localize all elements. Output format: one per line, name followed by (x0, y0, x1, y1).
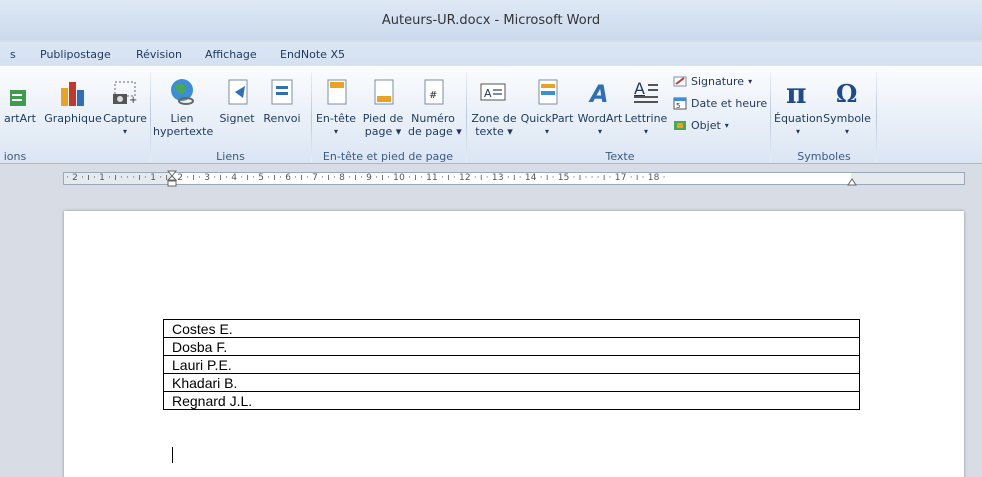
separator (876, 72, 877, 162)
text-cursor (172, 447, 173, 463)
authors-table[interactable]: Costes E. Dosba F. Lauri P.E. Khadari B.… (163, 319, 860, 410)
svg-text:5: 5 (676, 102, 680, 110)
svg-text:#: # (429, 90, 437, 101)
table-cell[interactable]: Dosba F. (163, 337, 860, 356)
date-heure-button[interactable]: 5 Date et heure (673, 96, 767, 110)
table-cell[interactable]: Khadari B. (163, 373, 860, 392)
table-row: Regnard J.L. (163, 391, 860, 410)
signet-button[interactable]: Signet (215, 76, 259, 125)
liens-group-label: Liens (216, 150, 245, 163)
document-page[interactable]: Costes E. Dosba F. Lauri P.E. Khadari B.… (64, 211, 964, 477)
globe-link-icon (171, 79, 194, 105)
table-cell[interactable]: Costes E. (163, 319, 860, 338)
capture-button[interactable]: + Capture ▾ (103, 76, 147, 138)
signature-icon (673, 76, 687, 87)
texte-group-label: Texte (605, 150, 635, 163)
calendar-icon: 5 (673, 97, 687, 110)
smartart-button[interactable]: artArt (0, 76, 40, 125)
tab-partial[interactable]: s (10, 48, 16, 61)
table-row: Khadari B. (163, 373, 860, 392)
header-icon (327, 79, 347, 105)
ruler-ticks: · 2 · ı · 1 · ı · · · ı · 1 · ı · 2 · ı … (66, 173, 666, 183)
pi-icon: π (786, 77, 807, 108)
symbole-button[interactable]: Ω Symbole ▾ (822, 76, 872, 138)
footer-icon (374, 79, 394, 105)
object-icon (674, 121, 686, 130)
svg-text:A: A (634, 79, 645, 98)
ribbon-tabs: s Publipostage Révision Affichage EndNot… (0, 42, 982, 66)
lien-hypertexte-button[interactable]: Lien hypertexte (153, 76, 213, 138)
document-workspace: Costes E. Dosba F. Lauri P.E. Khadari B.… (0, 190, 982, 477)
ribbon: artArt Graphique + Capture ▾ ions Lien h… (0, 66, 982, 164)
table-row: Lauri P.E. (163, 355, 860, 374)
right-indent-marker-icon[interactable] (847, 176, 857, 186)
page-number-icon: # (424, 79, 444, 105)
window-title: Auteurs-UR.docx - Microsoft Word (381, 13, 601, 28)
table-row: Dosba F. (163, 337, 860, 356)
entete-button[interactable]: En-tête ▾ (314, 76, 358, 138)
renvoi-button[interactable]: Renvoi (260, 76, 304, 125)
smartart-icon (10, 90, 26, 106)
pied-de-page-button[interactable]: Pied de page ▾ (360, 76, 406, 138)
ruler-area: · 2 · ı · 1 · ı · · · ı · 1 · ı · 2 · ı … (0, 164, 982, 190)
omega-icon: Ω (836, 79, 857, 108)
graphique-button[interactable]: Graphique (44, 76, 102, 125)
quickpart-button[interactable]: QuickPart ▾ (520, 76, 574, 138)
table-row: Costes E. (163, 319, 860, 338)
lettrine-button[interactable]: A Lettrine ▾ (624, 76, 668, 138)
dropcap-icon: A (634, 79, 658, 103)
cross-reference-icon (271, 79, 293, 105)
table-cell[interactable]: Regnard J.L. (163, 391, 860, 410)
title-bar: Auteurs-UR.docx - Microsoft Word (0, 0, 982, 40)
table-cell[interactable]: Lauri P.E. (163, 355, 860, 374)
svg-text:+: + (129, 95, 137, 106)
separator (466, 72, 467, 162)
wordart-button[interactable]: A WordArt ▾ (576, 76, 624, 138)
horizontal-ruler[interactable]: · 2 · ı · 1 · ı · · · ı · 1 · ı · 2 · ı … (63, 170, 965, 188)
svg-text:Ω: Ω (836, 79, 857, 108)
separator (770, 72, 771, 162)
svg-text:A: A (484, 87, 492, 100)
zone-de-texte-button[interactable]: A Zone de texte ▾ (470, 76, 518, 138)
textbox-icon: A (480, 83, 506, 101)
tab-affichage[interactable]: Affichage (205, 48, 257, 61)
indent-marker-icon[interactable] (167, 170, 177, 188)
wordart-icon: A (588, 80, 609, 108)
symboles-group-label: Symboles (797, 150, 851, 163)
svg-text:A: A (588, 80, 609, 108)
signature-button[interactable]: Signature ▾ (673, 74, 752, 88)
header-footer-group-label: En-tête et pied de page (322, 150, 454, 163)
tab-endnote[interactable]: EndNote X5 (280, 48, 345, 61)
equation-button[interactable]: π Équation ▾ (774, 76, 823, 138)
tab-publipostage[interactable]: Publipostage (40, 48, 111, 61)
svg-text:π: π (786, 77, 807, 108)
numero-de-page-button[interactable]: # Numéro de page ▾ (408, 76, 462, 138)
illustrations-group-label: ions (3, 150, 27, 163)
screenshot-icon: + (113, 81, 137, 106)
separator (150, 72, 151, 162)
bookmark-icon (228, 79, 248, 105)
quickpart-icon (538, 79, 558, 105)
objet-button[interactable]: Objet ▾ (673, 118, 729, 132)
separator (311, 72, 312, 162)
tab-revision[interactable]: Révision (136, 48, 182, 61)
chart-icon (61, 82, 84, 106)
